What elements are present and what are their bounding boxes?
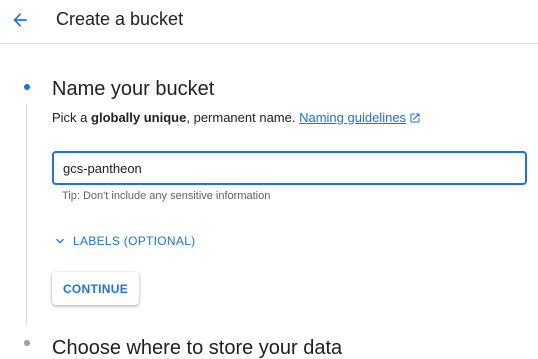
naming-guidelines-link[interactable]: Naming guidelines xyxy=(299,110,421,125)
section-title-name-bucket: Name your bucket xyxy=(52,78,215,100)
section-description: Pick a globally unique, permanent name. … xyxy=(52,110,421,126)
step-indicator-next xyxy=(24,340,30,346)
labels-toggle-label: LABELS (OPTIONAL) xyxy=(73,234,196,248)
section-title-storage-location: Choose where to store your data xyxy=(52,337,343,359)
description-suffix: , permanent name. xyxy=(186,110,300,125)
description-emphasis: globally unique xyxy=(91,110,187,125)
naming-guidelines-label: Naming guidelines xyxy=(299,110,407,125)
chevron-down-icon xyxy=(52,233,68,249)
step-connector xyxy=(26,104,27,326)
labels-optional-toggle[interactable]: LABELS (OPTIONAL) xyxy=(52,233,195,249)
page-header: Create a bucket xyxy=(0,0,538,44)
page-title: Create a bucket xyxy=(56,9,184,29)
description-prefix: Pick a xyxy=(52,110,92,125)
bucket-name-input[interactable] xyxy=(52,151,527,185)
back-button[interactable] xyxy=(6,6,34,34)
step-indicator-active xyxy=(24,84,30,90)
open-in-new-icon xyxy=(410,113,420,123)
input-hint: Tip: Don't include any sensitive informa… xyxy=(62,190,271,202)
arrow-back-icon xyxy=(13,13,27,27)
continue-button[interactable]: CONTINUE xyxy=(52,272,139,305)
